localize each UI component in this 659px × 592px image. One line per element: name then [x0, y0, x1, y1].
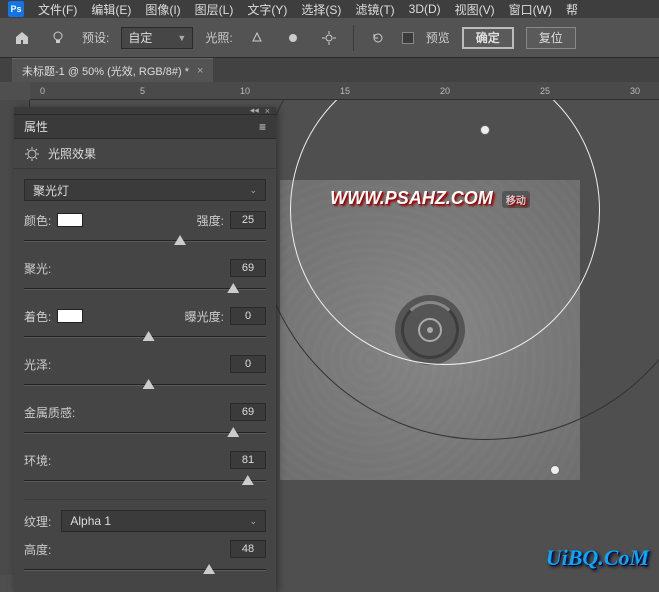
home-icon[interactable] [10, 26, 34, 50]
preview-checkbox[interactable] [402, 32, 414, 44]
intensity-input[interactable]: 25 [230, 211, 266, 229]
menu-layer[interactable]: 图层(L) [195, 1, 234, 18]
infinitelight-icon[interactable] [317, 26, 341, 50]
light-center-gizmo[interactable] [395, 295, 465, 365]
intensity-label: 强度: [197, 212, 224, 229]
options-bar: 预设: 自定 ▼ 光照: 预览 确定 复位 [0, 18, 659, 58]
chevron-down-icon: ⌄ [249, 516, 257, 527]
ok-button[interactable]: 确定 [462, 27, 514, 49]
panel-grip[interactable]: ◂◂ × [14, 107, 276, 115]
menu-view[interactable]: 视图(V) [455, 1, 495, 18]
hotspot-input[interactable]: 69 [230, 259, 266, 277]
color-label: 颜色: [24, 212, 51, 229]
document-tab[interactable]: 未标题-1 @ 50% (光效, RGB/8#) * × [12, 58, 213, 82]
bulb-icon[interactable] [46, 26, 70, 50]
ruler-mark: 0 [40, 86, 45, 96]
reset-button[interactable]: 复位 [526, 27, 576, 49]
menu-edit[interactable]: 编辑(E) [91, 1, 131, 18]
texture-label: 纹理: [24, 513, 51, 530]
hotspot-label: 聚光: [24, 260, 51, 277]
panel-menu-icon[interactable]: ≡ [259, 120, 266, 134]
height-label: 高度: [24, 541, 51, 558]
chevron-down-icon: ⌄ [249, 185, 257, 196]
app-logo: Ps [8, 1, 24, 17]
menu-3d[interactable]: 3D(D) [409, 2, 441, 16]
ruler-mark: 20 [440, 86, 450, 96]
site-watermark: UiBQ.CoM [546, 545, 649, 571]
reset-rotation-icon[interactable] [366, 26, 390, 50]
panel-section-label: 光照效果 [48, 145, 96, 162]
ruler-mark: 25 [540, 86, 550, 96]
menu-image[interactable]: 图像(I) [145, 1, 180, 18]
spotlight-icon[interactable] [245, 26, 269, 50]
light-handle[interactable] [550, 465, 560, 475]
tint-swatch[interactable] [57, 309, 83, 323]
gizmo-inner [418, 318, 442, 342]
panel-body: 聚光灯 ⌄ 颜色: 强度: 25 聚光: 69 着色: 曝光度: 0 光泽: [14, 169, 276, 592]
height-input[interactable]: 48 [230, 540, 266, 558]
exposure-label: 曝光度: [185, 308, 224, 325]
main-menu: Ps 文件(F) 编辑(E) 图像(I) 图层(L) 文字(Y) 选择(S) 滤… [0, 0, 659, 18]
gloss-slider[interactable] [24, 377, 266, 393]
move-badge: 移动 [502, 191, 530, 208]
color-swatch[interactable] [57, 213, 83, 227]
lighting-effects-icon [24, 146, 40, 162]
artboard: WWW.PSAHZ.COM 移动 [280, 180, 580, 480]
document-tab-label: 未标题-1 @ 50% (光效, RGB/8#) * [22, 63, 189, 79]
ruler-mark: 15 [340, 86, 350, 96]
properties-panel: ◂◂ × 属性 ≡ 光照效果 聚光灯 ⌄ 颜色: 强度: 25 聚光: 69 着色… [14, 107, 276, 592]
metallic-label: 金属质感: [24, 404, 75, 421]
separator [24, 499, 266, 500]
close-icon[interactable]: × [197, 65, 203, 77]
intensity-slider[interactable] [24, 233, 266, 249]
exposure-slider[interactable] [24, 329, 266, 345]
tint-label: 着色: [24, 308, 51, 325]
light-type-dropdown[interactable]: 聚光灯 ⌄ [24, 179, 266, 201]
ambience-slider[interactable] [24, 473, 266, 489]
light-label: 光照: [205, 29, 232, 46]
ruler-mark: 5 [140, 86, 145, 96]
texture-dropdown[interactable]: Alpha 1 ⌄ [61, 510, 266, 532]
panel-section-header: 光照效果 [14, 139, 276, 169]
watermark-url: WWW.PSAHZ.COM 移动 [280, 188, 580, 209]
light-handle[interactable] [480, 125, 490, 135]
ambience-input[interactable]: 81 [230, 451, 266, 469]
preset-label: 预设: [82, 29, 109, 46]
ruler-mark: 10 [240, 86, 250, 96]
preset-value: 自定 [128, 29, 152, 46]
menu-select[interactable]: 选择(S) [301, 1, 341, 18]
menu-help[interactable]: 帮 [566, 1, 578, 18]
panel-close-icon[interactable]: × [265, 106, 270, 116]
menu-type[interactable]: 文字(Y) [247, 1, 287, 18]
height-slider[interactable] [24, 562, 266, 578]
texture-value: Alpha 1 [70, 514, 111, 528]
preview-label: 预览 [426, 29, 450, 46]
collapse-icon[interactable]: ◂◂ [250, 105, 259, 116]
metallic-slider[interactable] [24, 425, 266, 441]
gloss-input[interactable]: 0 [230, 355, 266, 373]
pointlight-icon[interactable] [281, 26, 305, 50]
ruler-mark: 30 [630, 86, 640, 96]
light-type-value: 聚光灯 [33, 182, 69, 199]
panel-tab[interactable]: 属性 ≡ [14, 115, 276, 139]
menu-window[interactable]: 窗口(W) [509, 1, 552, 18]
panel-title: 属性 [24, 118, 48, 135]
chevron-down-icon: ▼ [177, 33, 186, 43]
metallic-input[interactable]: 69 [230, 403, 266, 421]
document-tabstrip: 未标题-1 @ 50% (光效, RGB/8#) * × [0, 58, 659, 82]
ambience-label: 环境: [24, 452, 51, 469]
menu-filter[interactable]: 滤镜(T) [355, 1, 394, 18]
gloss-label: 光泽: [24, 356, 51, 373]
preset-dropdown[interactable]: 自定 ▼ [121, 27, 193, 49]
url-text: WWW.PSAHZ.COM [330, 188, 493, 208]
menu-file[interactable]: 文件(F) [38, 1, 77, 18]
exposure-input[interactable]: 0 [230, 307, 266, 325]
hotspot-slider[interactable] [24, 281, 266, 297]
divider [353, 25, 354, 51]
horizontal-ruler: 0 5 10 15 20 25 30 [30, 82, 659, 100]
